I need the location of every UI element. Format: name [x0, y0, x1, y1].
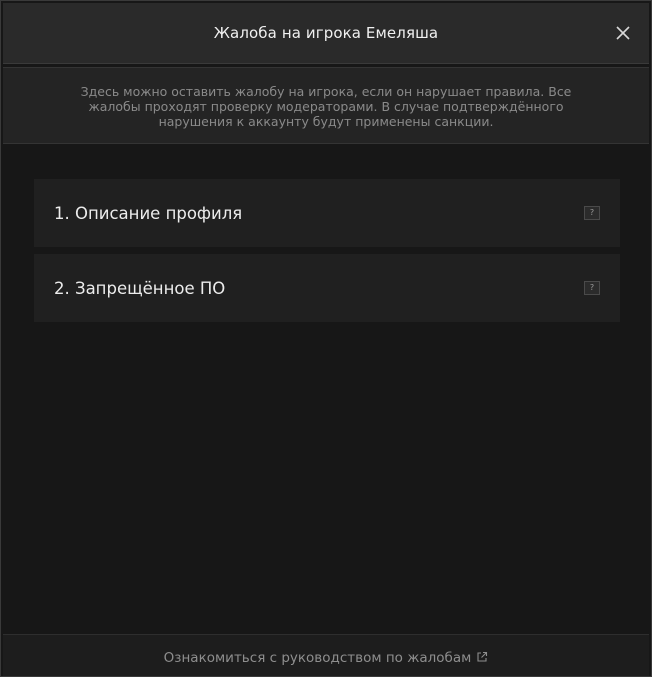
guide-link-text: Ознакомиться с руководством по жалобам	[163, 650, 472, 666]
category-item-forbidden-software[interactable]: 2. Запрещённое ПО ?	[34, 254, 620, 322]
dialog-header: Жалоба на игрока Емеляша	[3, 3, 649, 64]
report-dialog: Жалоба на игрока Емеляша Здесь можно ост…	[0, 0, 652, 677]
close-icon[interactable]	[615, 25, 631, 41]
category-label: 1. Описание профиля	[54, 204, 243, 223]
external-link-icon	[476, 651, 488, 667]
guide-link[interactable]: Ознакомиться с руководством по жалобам	[3, 650, 649, 667]
dialog-footer: Ознакомиться с руководством по жалобам	[3, 634, 649, 676]
info-panel: Здесь можно оставить жалобу на игрока, е…	[3, 67, 649, 144]
info-text: Здесь можно оставить жалобу на игрока, е…	[80, 84, 572, 129]
dialog-title: Жалоба на игрока Емеляша	[213, 24, 439, 42]
help-icon[interactable]: ?	[584, 281, 600, 295]
category-item-profile-description[interactable]: 1. Описание профиля ?	[34, 179, 620, 247]
help-icon[interactable]: ?	[584, 206, 600, 220]
category-label: 2. Запрещённое ПО	[54, 279, 226, 298]
